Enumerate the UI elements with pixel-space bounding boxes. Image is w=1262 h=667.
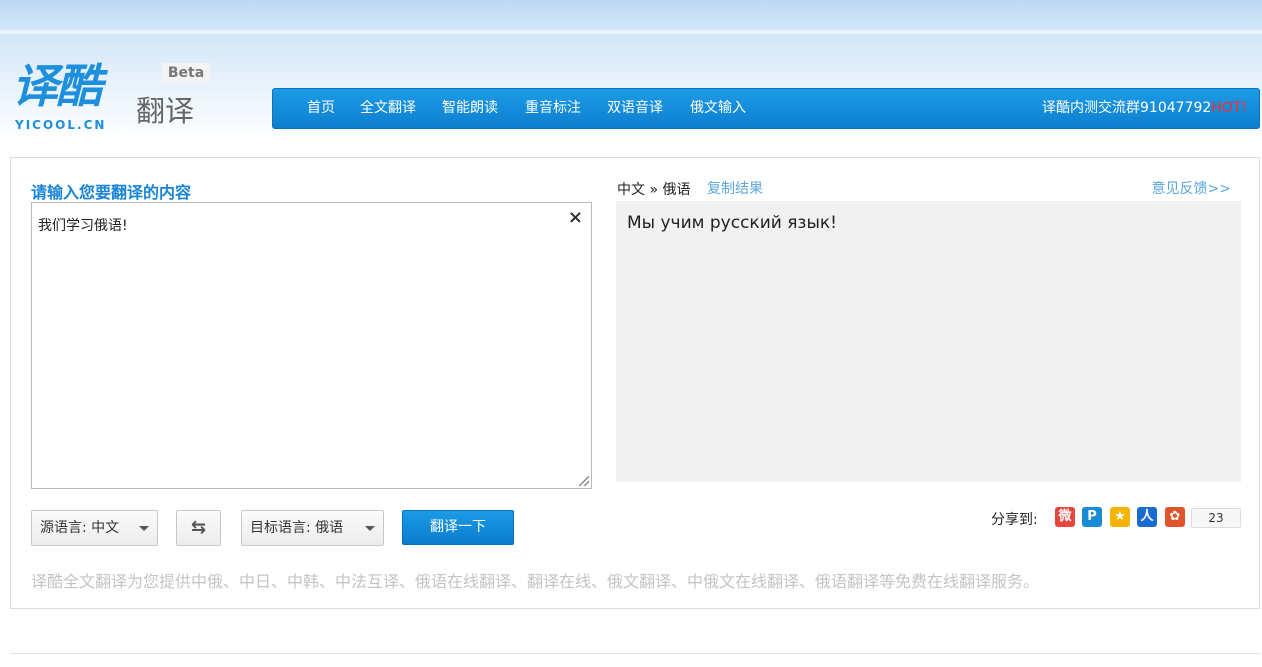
input-title: 请输入您要翻译的内容 [31, 183, 192, 202]
translate-button[interactable]: 翻译一下 [402, 510, 514, 545]
weibo-icon[interactable]: 微 [1055, 507, 1075, 527]
feedback-link[interactable]: 意见反馈>> [1152, 178, 1231, 198]
translation-panel: 请输入您要翻译的内容 我们学习俄语! × 中文 » 俄语 复制结果 意见反馈>>… [10, 157, 1260, 609]
logo-main-text: 译酷 [12, 59, 102, 113]
nav-bilingual-transliteration[interactable]: 双语音译 [607, 89, 663, 128]
qq-group-link[interactable]: 译酷内测交流群91047792HOT! [1042, 89, 1247, 128]
beta-badge: Beta [162, 63, 210, 83]
hot-badge: HOT! [1211, 100, 1247, 116]
chevron-down-icon [365, 526, 375, 531]
source-language-value: 源语言: 中文 [40, 520, 120, 536]
language-direction: 中文 » 俄语 [617, 179, 690, 199]
share-count[interactable]: 23 [1191, 508, 1241, 528]
result-box: Мы учим русский язык! [616, 201, 1241, 482]
copy-result-link[interactable]: 复制结果 [707, 178, 763, 198]
chevron-down-icon [139, 526, 149, 531]
share-label: 分享到: [991, 512, 1038, 528]
nav-full-translation[interactable]: 全文翻译 [360, 89, 416, 128]
source-language-select[interactable]: 源语言: 中文 [31, 510, 158, 546]
kaixin-icon[interactable]: ✿ [1165, 507, 1185, 527]
qq-star-icon[interactable]: ★ [1110, 507, 1130, 527]
source-textarea[interactable]: 我们学习俄语! × [31, 202, 592, 489]
main-nav: 首页 全文翻译 智能朗读 重音标注 双语音译 俄文输入 译酷内测交流群91047… [272, 88, 1260, 129]
direction-arrow: » [649, 182, 659, 198]
qq-group-label: 译酷内测交流群91047792 [1042, 100, 1212, 116]
footer-divider [10, 653, 1260, 654]
logo-sub-text: 翻译 [136, 94, 195, 128]
target-language-value: 目标语言: 俄语 [250, 520, 344, 536]
resize-grip-icon[interactable] [579, 476, 589, 486]
target-lang-label: 俄语 [662, 182, 691, 198]
logo-domain: YICOOL.CN [15, 118, 107, 132]
swap-languages-button[interactable]: ⇆ [176, 510, 221, 546]
result-text: Мы учим русский язык! [627, 213, 837, 233]
source-lang-label: 中文 [617, 182, 645, 198]
nav-russian-input[interactable]: 俄文输入 [690, 89, 746, 128]
nav-smart-reading[interactable]: 智能朗读 [442, 89, 498, 128]
logo[interactable]: 译酷 翻译 YICOOL.CN Beta [12, 60, 222, 135]
service-description: 译酷全文翻译为您提供中俄、中日、中韩、中法互译、俄语在线翻译、翻译在线、俄文翻译… [31, 572, 1040, 591]
target-language-select[interactable]: 目标语言: 俄语 [241, 510, 384, 546]
clear-icon[interactable]: × [568, 207, 583, 228]
swap-icon: ⇆ [190, 517, 207, 538]
nav-stress-marking[interactable]: 重音标注 [525, 89, 581, 128]
source-text[interactable]: 我们学习俄语! [38, 215, 128, 235]
renren-icon[interactable]: 人 [1137, 507, 1157, 527]
nav-home[interactable]: 首页 [307, 89, 335, 128]
qzone-icon[interactable]: P [1082, 507, 1102, 527]
